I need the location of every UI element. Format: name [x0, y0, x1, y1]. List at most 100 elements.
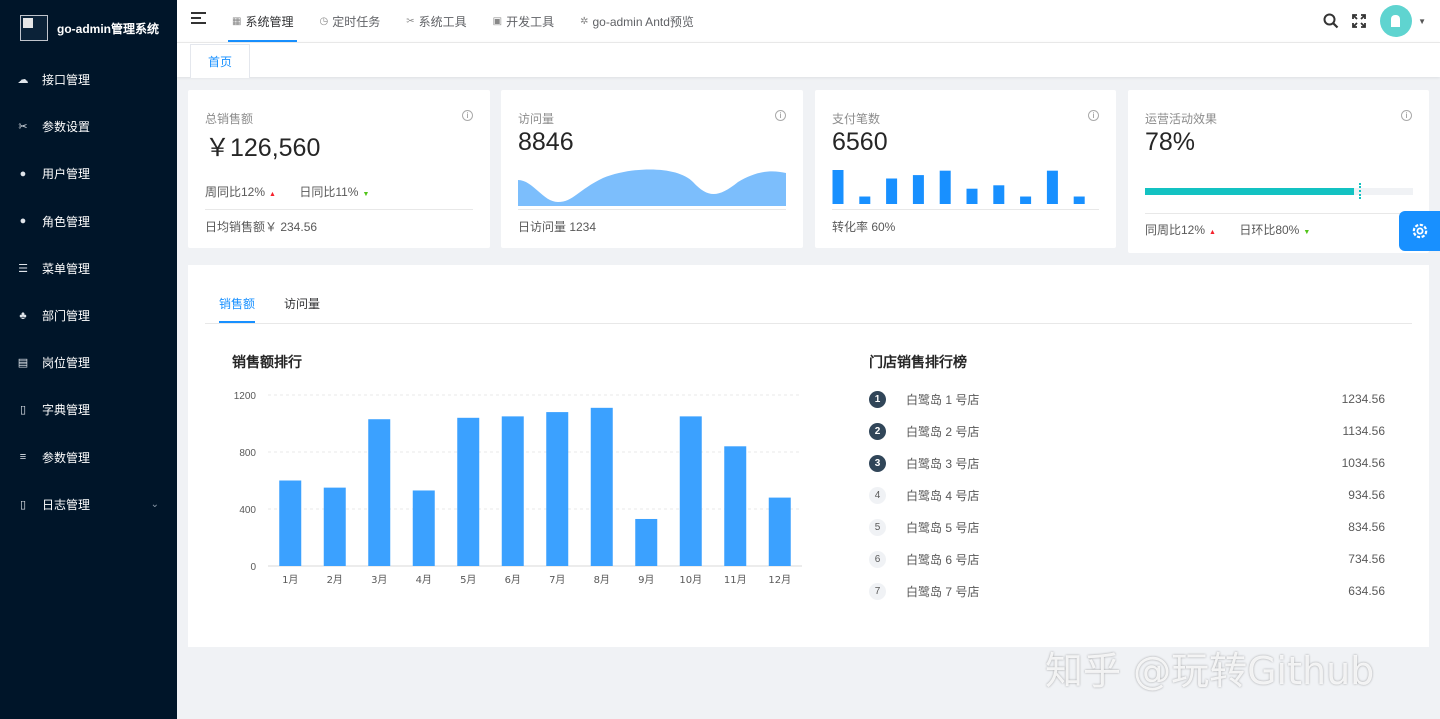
x-tick-label: 9月	[638, 574, 654, 586]
sidebar-item-logs[interactable]: ▯ 日志管理 ⌄	[0, 481, 177, 528]
tab-scheduled-tasks[interactable]: ◷ 定时任务	[315, 0, 384, 42]
x-tick-label: 7月	[549, 574, 565, 586]
tab-system-management[interactable]: ▦ 系统管理	[228, 0, 298, 42]
sidebar-item-roles[interactable]: ● 角色管理	[0, 198, 177, 245]
sidebar-item-posts[interactable]: ▤ 岗位管理	[0, 339, 177, 386]
divider	[1145, 213, 1412, 214]
card-trends: 同周比12% ▲ 日环比80% ▼	[1145, 221, 1330, 238]
trend-week: 同周比12% ▲	[1145, 223, 1216, 237]
x-tick-label: 1月	[282, 574, 298, 586]
trend-week: 周同比12% ▲	[205, 185, 276, 199]
ranking-item: 3 白鹭岛 3 号店 1034.56	[869, 453, 1385, 473]
avatar[interactable]	[1380, 5, 1413, 37]
sliders-icon: ≡	[19, 451, 27, 464]
divider	[205, 209, 473, 210]
tab-antd-preview[interactable]: ✲ go-admin Antd预览	[576, 0, 698, 42]
rank-value: 1134.56	[1342, 424, 1386, 438]
card-visits: 访问量 i 8846 日访问量 1234	[501, 90, 803, 248]
sidebar-item-label: 角色管理	[42, 214, 91, 229]
logo[interactable]: go-admin管理系统	[0, 0, 177, 56]
rank-number: 7	[869, 582, 886, 600]
building-icon: ▤	[17, 357, 29, 370]
sales-bar[interactable]	[279, 480, 302, 567]
ranking-item: 4 白鹭岛 4 号店 934.56	[869, 485, 1385, 505]
sales-bar[interactable]	[635, 518, 658, 566]
sidebar-item-users[interactable]: ● 用户管理	[0, 150, 177, 197]
sidebar-item-dict[interactable]: ▯ 字典管理	[0, 386, 177, 433]
trend-day: 日同比11% ▼	[299, 185, 369, 199]
card-trends: 周同比12% ▲ 日同比11% ▼	[205, 183, 389, 200]
tab-visits[interactable]: 访问量	[284, 295, 320, 312]
y-tick-label: 0	[250, 562, 256, 573]
tab-dev-tools[interactable]: ▣ 开发工具	[489, 0, 558, 42]
info-icon[interactable]: i	[462, 110, 473, 121]
sidebar-item-params-settings[interactable]: ✂ 参数设置	[0, 103, 177, 150]
progress-target-marker	[1359, 183, 1362, 199]
info-icon[interactable]: i	[1088, 110, 1099, 121]
sales-bar[interactable]	[323, 487, 346, 566]
sales-bar[interactable]	[590, 407, 613, 566]
rank-value: 834.56	[1348, 520, 1385, 534]
tab-system-tools[interactable]: ✂ 系统工具	[402, 0, 470, 42]
logo-image	[20, 15, 48, 41]
search-icon[interactable]	[1322, 12, 1340, 30]
rank-store-name: 白鹭岛 3 号店	[906, 456, 980, 471]
divider	[518, 209, 786, 210]
sidebar-item-label: 接口管理	[42, 73, 91, 88]
sales-bar[interactable]	[546, 412, 569, 566]
caret-down-icon[interactable]: ▼	[1418, 17, 1426, 26]
card-title: 访问量	[518, 112, 555, 126]
sales-bar[interactable]	[768, 497, 791, 566]
trend-week-label: 同周比12%	[1145, 223, 1206, 237]
payments-bar	[1073, 196, 1085, 204]
sidebar-item-api[interactable]: ☁ 接口管理	[0, 56, 177, 103]
trend-day: 日环比80% ▼	[1239, 223, 1310, 237]
fullscreen-icon[interactable]	[1350, 12, 1368, 30]
tab-label: 开发工具	[506, 14, 555, 29]
payments-bar	[966, 188, 978, 204]
settings-button[interactable]	[1399, 211, 1440, 251]
org-chart-icon: ♣	[19, 309, 27, 322]
rank-value: 734.56	[1348, 552, 1385, 566]
sales-bar[interactable]	[457, 417, 480, 566]
card-title: 支付笔数	[832, 112, 881, 126]
ranking-title: 门店销售排行榜	[869, 354, 967, 370]
tab-sales[interactable]: 销售额	[219, 295, 255, 312]
sidebar-item-menus[interactable]: ☰ 菜单管理	[0, 245, 177, 292]
rank-store-name: 白鹭岛 6 号店	[906, 552, 980, 567]
y-tick-label: 400	[239, 505, 256, 516]
sales-bar[interactable]	[501, 416, 524, 566]
sidebar-item-departments[interactable]: ♣ 部门管理	[0, 292, 177, 339]
x-tick-label: 8月	[594, 574, 610, 586]
card-footer: 日均销售额￥ 234.56	[205, 220, 318, 234]
info-icon[interactable]: i	[775, 110, 786, 121]
info-icon[interactable]: i	[1401, 110, 1412, 121]
sidebar-item-label: 岗位管理	[42, 356, 91, 371]
rank-value: 1234.56	[1341, 392, 1385, 406]
ranking-item: 7 白鹭岛 7 号店 634.56	[869, 581, 1385, 601]
sales-bar[interactable]	[679, 416, 702, 566]
chevron-down-icon: ⌄	[150, 498, 159, 510]
user-icon: ●	[19, 167, 27, 180]
sales-bar[interactable]	[368, 419, 391, 566]
sidebar-item-label: 参数设置	[42, 120, 91, 135]
hamburger-icon[interactable]	[191, 12, 206, 26]
tag-home[interactable]: 首页	[190, 44, 251, 78]
payments-bar	[832, 170, 844, 204]
sales-bar[interactable]	[724, 446, 747, 566]
app-title: go-admin管理系统	[57, 21, 159, 36]
rank-number: 2	[869, 422, 886, 440]
ranking-item: 2 白鹭岛 2 号店 1134.56	[869, 421, 1385, 441]
sidebar-item-params[interactable]: ≡ 参数管理	[0, 434, 177, 481]
x-tick-label: 4月	[416, 574, 432, 586]
payments-bar	[886, 178, 898, 204]
x-tick-label: 5月	[460, 574, 476, 586]
payments-bar	[1020, 196, 1032, 204]
x-tick-label: 10月	[679, 574, 702, 586]
rank-value: 634.56	[1348, 584, 1385, 598]
sales-bar[interactable]	[412, 490, 435, 566]
panel-tabs: 销售额 访问量	[205, 265, 1412, 324]
trend-day-label: 日同比11%	[299, 185, 359, 199]
watermark: 知乎 @玩转Github	[1045, 649, 1375, 693]
rank-store-name: 白鹭岛 1 号店	[906, 392, 980, 407]
